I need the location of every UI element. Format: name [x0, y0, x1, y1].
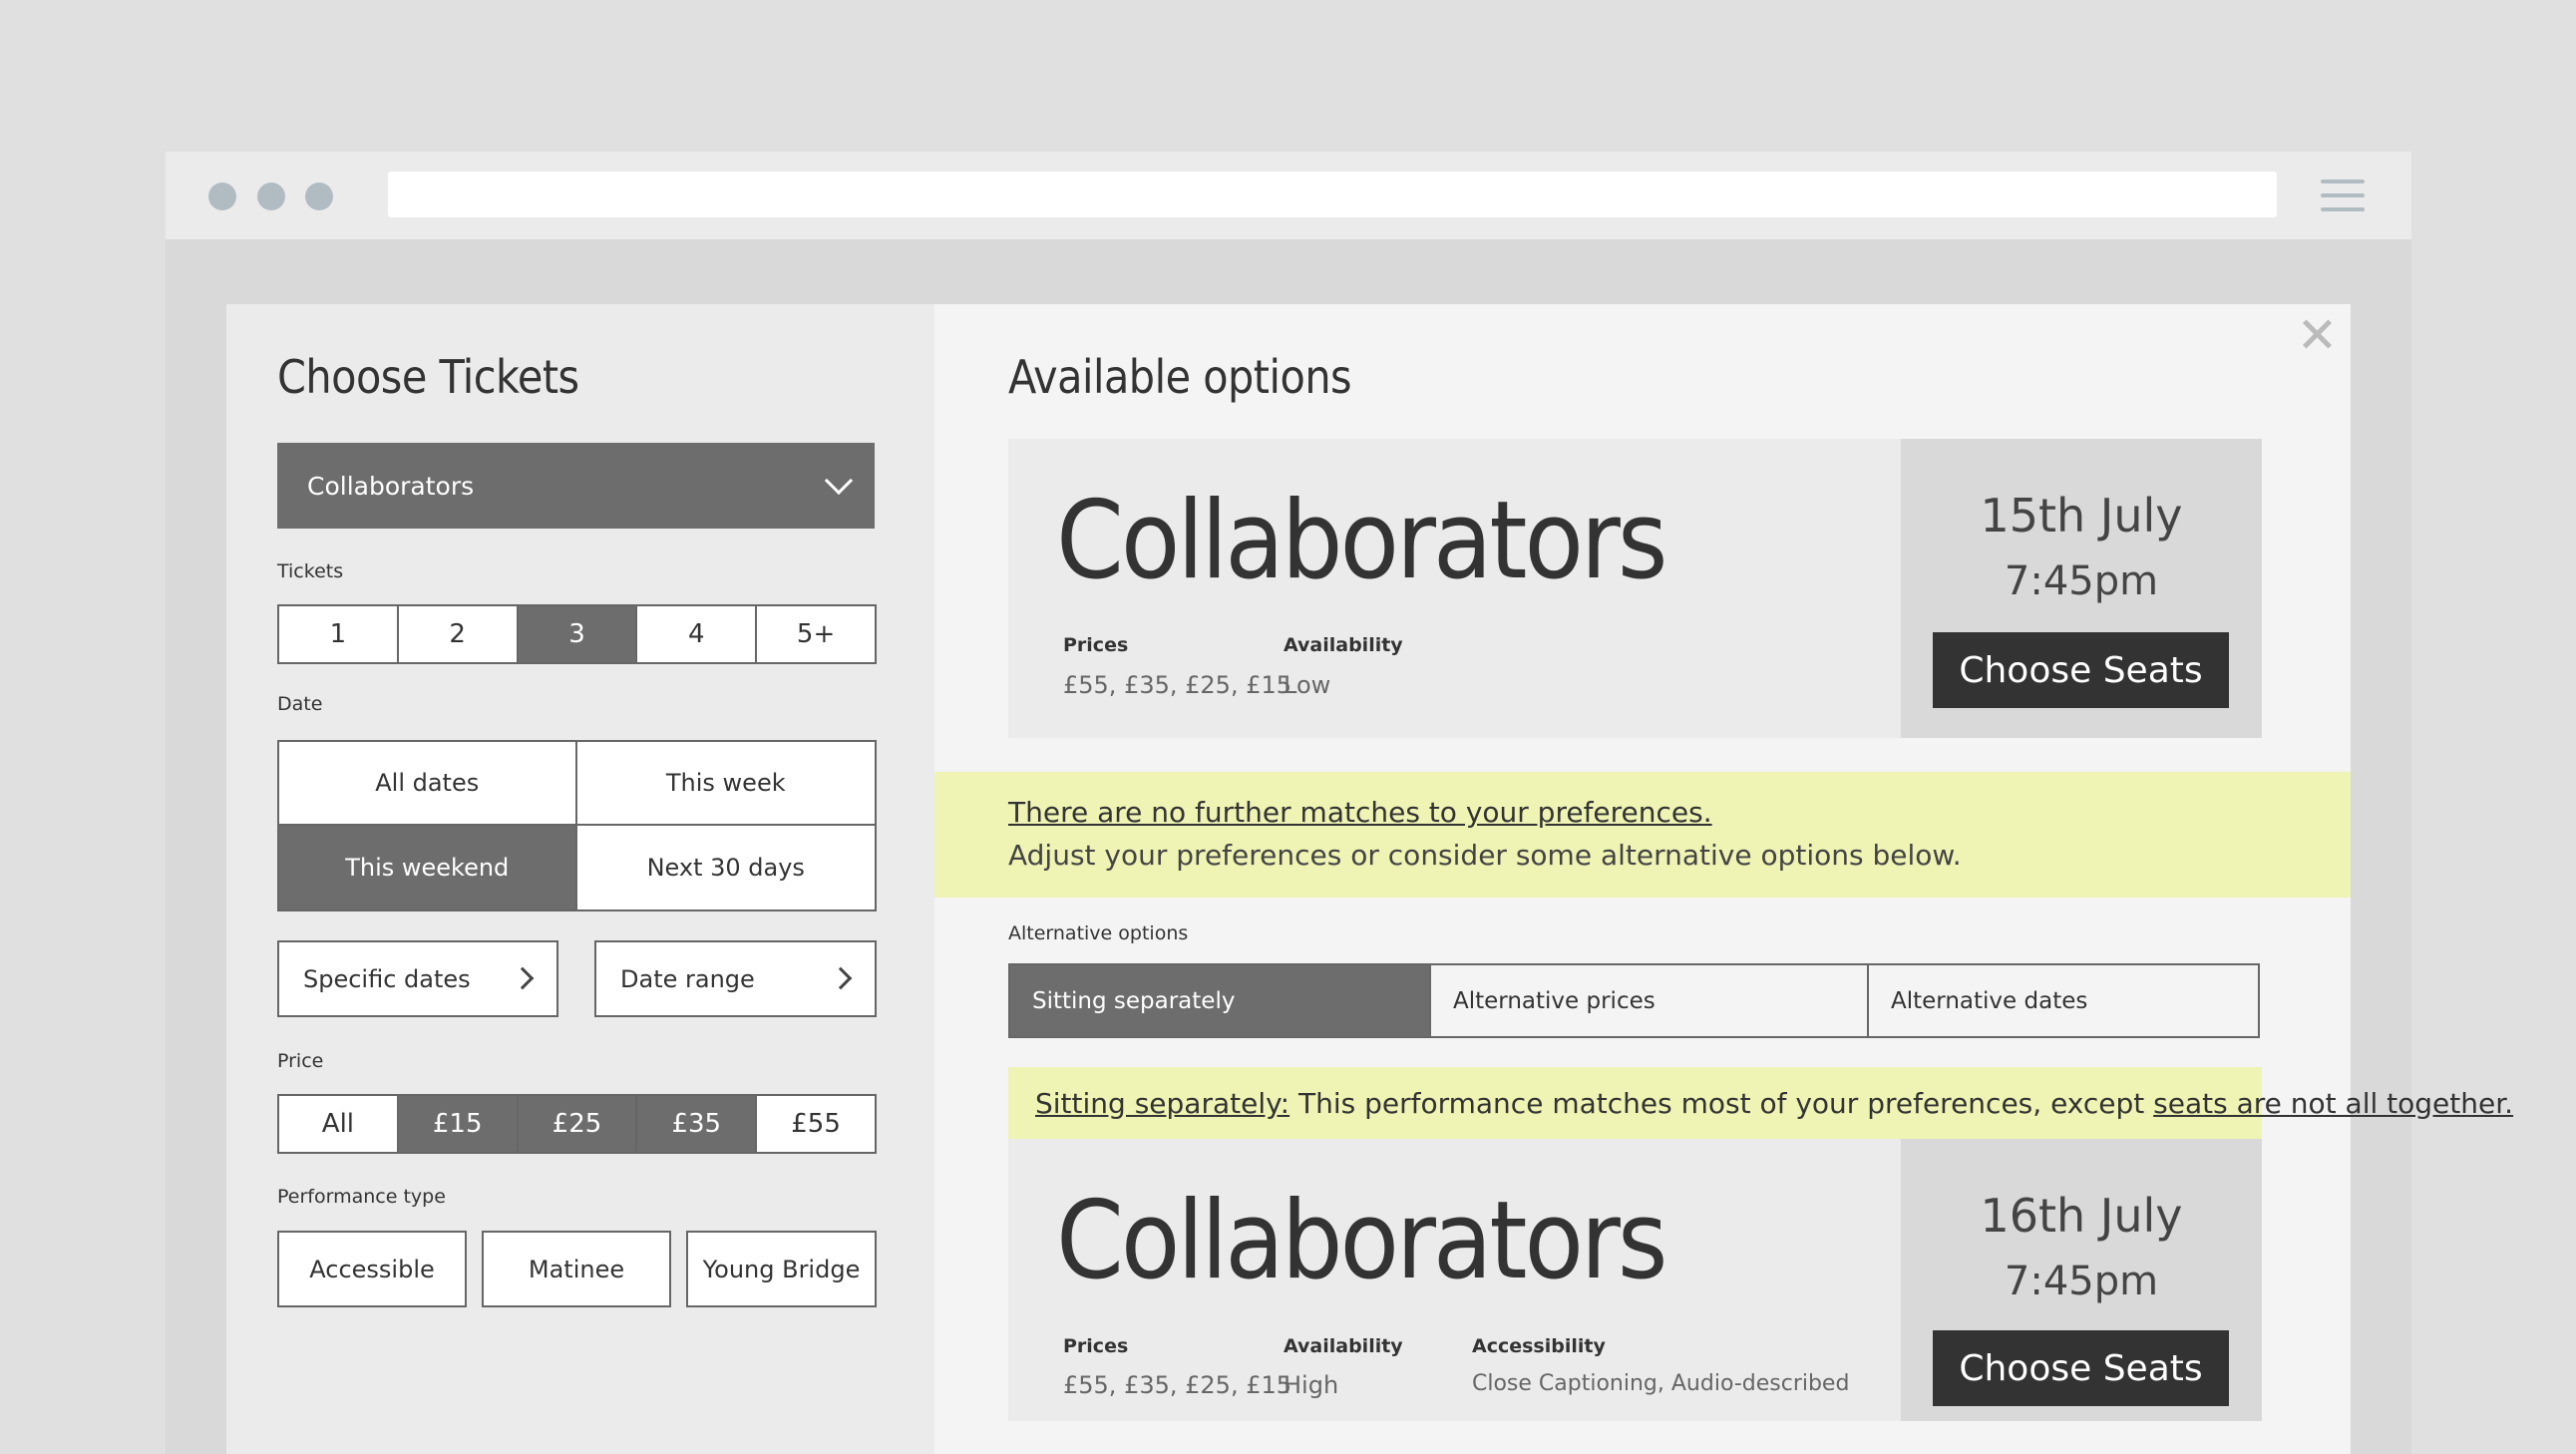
results-title: Available options: [1008, 350, 1352, 404]
notice-body: Adjust your preferences or consider some…: [1008, 839, 1962, 872]
alternative-options-label: Alternative options: [1008, 922, 1189, 944]
performance-time: 7:45pm: [2004, 1259, 2159, 1304]
window-maximize-dot[interactable]: [305, 182, 333, 210]
show-title: Collaborators: [1056, 1179, 1667, 1303]
performance-date: 15th July: [1980, 489, 2183, 543]
performance-side: 15th July 7:45pm Choose Seats: [1901, 439, 2262, 738]
tab-sitting-separately[interactable]: Sitting separately: [1010, 965, 1431, 1036]
tab-alternative-dates[interactable]: Alternative dates: [1869, 965, 2258, 1036]
price-option-55[interactable]: £55: [757, 1096, 875, 1152]
ticket-option-5-plus[interactable]: 5+: [757, 606, 875, 662]
specific-dates-label: Specific dates: [303, 964, 471, 993]
ticket-option-3[interactable]: 3: [518, 606, 638, 662]
performance-type-label: Performance type: [277, 1186, 446, 1208]
chevron-down-icon: [824, 466, 854, 496]
notice-heading[interactable]: There are no further matches to your pre…: [1008, 796, 1712, 829]
tickets-label: Tickets: [277, 560, 344, 582]
date-this-week[interactable]: This week: [576, 742, 875, 826]
performance-time: 7:45pm: [2004, 558, 2159, 604]
date-next-30-days[interactable]: Next 30 days: [577, 826, 876, 909]
price-selector: All £15 £25 £35 £55: [277, 1094, 877, 1154]
show-title: Collaborators: [1056, 479, 1667, 603]
ticket-option-4[interactable]: 4: [637, 606, 758, 662]
close-icon[interactable]: [2299, 316, 2335, 352]
prices-value: £55, £35, £25, £15: [1063, 1371, 1292, 1399]
banner-emphasis[interactable]: seats are not all together.: [2153, 1087, 2513, 1120]
window-close-dot[interactable]: [208, 182, 236, 210]
performance-card: Collaborators Prices £55, £35, £25, £15 …: [1008, 1139, 2262, 1421]
price-option-35[interactable]: £35: [637, 1096, 758, 1152]
tab-alternative-prices[interactable]: Alternative prices: [1431, 965, 1869, 1036]
sitting-separately-banner: Sitting separately: This performance mat…: [1008, 1067, 2513, 1139]
banner-lead[interactable]: Sitting separately:: [1035, 1087, 1289, 1120]
tickets-selector: 1 2 3 4 5+: [277, 604, 877, 664]
menu-icon[interactable]: [2321, 180, 2365, 211]
performance-side: 16th July 7:45pm Choose Seats: [1901, 1139, 2262, 1421]
date-range-button[interactable]: Date range: [594, 940, 877, 1017]
choose-seats-button[interactable]: Choose Seats: [1933, 632, 2229, 708]
chevron-right-icon: [511, 966, 535, 990]
availability-label: Availability: [1284, 634, 1403, 656]
date-label: Date: [277, 693, 323, 715]
prices-value: £55, £35, £25, £15: [1063, 671, 1292, 699]
ticket-modal: Choose Tickets Collaborators Tickets 1 2…: [226, 304, 2513, 1454]
availability-label: Availability: [1284, 1335, 1403, 1357]
prices-label: Prices: [1063, 1335, 1129, 1357]
browser-toolbar: [166, 152, 2411, 239]
no-matches-notice: There are no further matches to your pre…: [934, 772, 2351, 898]
date-selector: All dates This week This weekend Next 30…: [277, 740, 877, 911]
date-range-label: Date range: [620, 964, 755, 993]
price-option-all[interactable]: All: [279, 1096, 399, 1152]
panel-title: Choose Tickets: [277, 350, 579, 404]
accessibility-value: Close Captioning, Audio-described: [1472, 1371, 1850, 1396]
performance-matinee[interactable]: Matinee: [482, 1231, 671, 1307]
banner-middle: This performance matches most of your pr…: [1289, 1086, 2154, 1120]
address-bar[interactable]: [388, 172, 2277, 217]
chevron-right-icon: [829, 966, 853, 990]
show-select[interactable]: Collaborators: [277, 443, 875, 529]
performance-card: Collaborators Prices £55, £35, £25, £15 …: [1008, 439, 2262, 738]
availability-value: Low: [1284, 671, 1331, 699]
performance-accessible[interactable]: Accessible: [277, 1231, 467, 1307]
price-label: Price: [277, 1050, 324, 1072]
window-minimize-dot[interactable]: [257, 182, 285, 210]
show-select-value: Collaborators: [307, 471, 475, 501]
date-all-dates[interactable]: All dates: [279, 742, 577, 826]
filter-panel: Choose Tickets Collaborators Tickets 1 2…: [226, 304, 934, 1454]
price-option-15[interactable]: £15: [398, 1096, 519, 1152]
performance-date: 16th July: [1980, 1189, 2183, 1243]
availability-value: High: [1284, 1371, 1339, 1399]
performance-young-bridge[interactable]: Young Bridge: [686, 1231, 877, 1307]
accessibility-label: Accessibility: [1472, 1335, 1606, 1357]
choose-seats-button[interactable]: Choose Seats: [1933, 1330, 2229, 1406]
date-this-weekend[interactable]: This weekend: [279, 826, 577, 909]
alternative-tabs: Sitting separately Alternative prices Al…: [1008, 963, 2260, 1038]
price-option-25[interactable]: £25: [518, 1096, 638, 1152]
ticket-option-1[interactable]: 1: [279, 606, 399, 662]
specific-dates-button[interactable]: Specific dates: [277, 940, 558, 1017]
ticket-option-2[interactable]: 2: [399, 606, 519, 662]
prices-label: Prices: [1063, 634, 1129, 656]
